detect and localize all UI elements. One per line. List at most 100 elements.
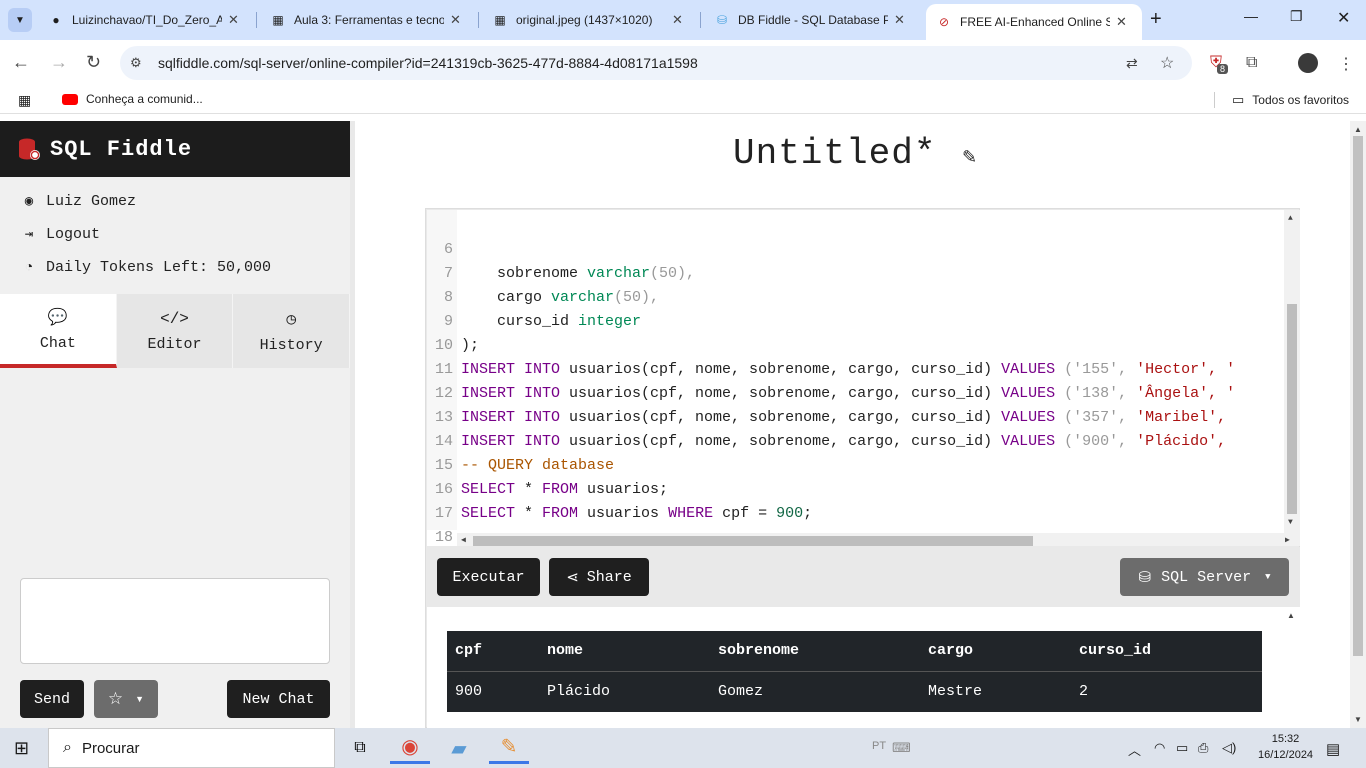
battery-icon[interactable]: ▭ bbox=[1176, 740, 1188, 756]
classroom-icon: ▦ bbox=[272, 13, 284, 27]
keyboard-icon[interactable]: ⌨ bbox=[892, 740, 911, 756]
close-tab-icon[interactable]: ✕ bbox=[450, 12, 461, 28]
task-view-icon[interactable]: ⧉ bbox=[340, 732, 380, 764]
camera-icon[interactable]: ⎙ bbox=[1198, 740, 1208, 756]
new-chat-button[interactable]: New Chat bbox=[227, 680, 330, 718]
windows-start-icon[interactable]: ⊞ bbox=[14, 738, 29, 759]
column-header: nome bbox=[539, 631, 710, 672]
forward-arrow-icon[interactable]: → bbox=[50, 52, 68, 73]
show-hidden-icons-icon[interactable]: ︿ bbox=[1128, 740, 1141, 759]
token-icon: ◔ bbox=[24, 259, 34, 276]
extensions-puzzle-icon[interactable]: ⧉ bbox=[1246, 54, 1257, 72]
browser-tab-sqlfiddle[interactable]: ⊘ FREE AI-Enhanced Online SQ ✕ bbox=[926, 4, 1142, 40]
back-arrow-icon[interactable]: ← bbox=[12, 52, 30, 73]
scroll-down-icon[interactable]: ▼ bbox=[1354, 715, 1362, 724]
code-line: 13 INSERT INTO usuarios(cpf, nome, sobre… bbox=[434, 409, 1227, 450]
wifi-icon[interactable]: ◠ bbox=[1154, 740, 1165, 756]
reload-icon[interactable]: ↻ bbox=[86, 52, 101, 73]
browser-tab-github[interactable]: ● Luizinchavao/TI_Do_Zero_Ac ✕ bbox=[38, 4, 249, 36]
file-app-icon[interactable]: ▰ bbox=[439, 732, 479, 764]
site-info-icon[interactable]: ⚙ bbox=[130, 55, 150, 71]
scroll-down-icon[interactable]: ▼ bbox=[1288, 518, 1293, 527]
results-panel: ▲ cpf nome sobrenome cargo curso_id 900 … bbox=[427, 607, 1300, 729]
scroll-up-icon[interactable]: ▲ bbox=[1354, 125, 1362, 134]
document-title[interactable]: Untitled* bbox=[733, 133, 936, 174]
pencil-edit-icon[interactable]: ✎ bbox=[962, 147, 977, 168]
input-language[interactable]: PT bbox=[872, 740, 886, 752]
translate-icon[interactable]: ⇄ bbox=[1126, 55, 1138, 72]
system-clock[interactable]: 15:32 16/12/2024 bbox=[1258, 731, 1313, 763]
address-bar[interactable]: ⚙ sqlfiddle.com/sql-server/online-compil… bbox=[120, 46, 1192, 80]
editor-vertical-scrollbar[interactable]: ▲ ▼ bbox=[1284, 210, 1300, 533]
bookmarks-bar: ▦ Conheça a comunid... ▭ Todos os favori… bbox=[0, 86, 1366, 114]
scroll-right-icon[interactable]: ▶ bbox=[1285, 535, 1290, 545]
send-button[interactable]: Send bbox=[20, 680, 84, 718]
scrollbar-thumb[interactable] bbox=[1353, 136, 1363, 656]
url-text[interactable]: sqlfiddle.com/sql-server/online-compiler… bbox=[158, 55, 698, 71]
scroll-up-icon[interactable]: ▲ bbox=[1288, 214, 1293, 223]
taskbar-search[interactable]: ⌕ Procurar bbox=[48, 728, 335, 768]
close-tab-icon[interactable]: ✕ bbox=[228, 12, 239, 28]
close-tab-icon[interactable]: ✕ bbox=[1116, 14, 1127, 30]
sidebar-tabs: 💬 Chat </> Editor ◷ History bbox=[0, 294, 351, 368]
scrollbar-thumb[interactable] bbox=[473, 536, 1033, 546]
star-icon: ☆ bbox=[107, 689, 124, 708]
share-button[interactable]: ⋖ Share bbox=[549, 558, 649, 596]
profile-avatar[interactable] bbox=[1298, 53, 1318, 73]
scrollbar-thumb[interactable] bbox=[1287, 304, 1297, 514]
code-editor[interactable]: 6 sobrenome varchar(50), 7 cargo varchar… bbox=[427, 210, 1300, 546]
scroll-up-icon[interactable]: ▲ bbox=[1287, 611, 1295, 620]
menu-kebab-icon[interactable]: ⋮ bbox=[1338, 54, 1354, 74]
column-header: curso_id bbox=[1071, 631, 1262, 672]
brand-header: SQL Fiddle bbox=[0, 121, 350, 177]
page-vertical-scrollbar[interactable]: ▲ ▼ bbox=[1350, 121, 1366, 728]
restore-icon[interactable]: ❐ bbox=[1290, 8, 1303, 25]
notification-icon[interactable]: ▤ bbox=[1326, 740, 1340, 758]
chrome-icon[interactable]: ◉ bbox=[390, 732, 430, 764]
code-line: 12 INSERT INTO usuarios(cpf, nome, sobre… bbox=[434, 385, 1227, 426]
code-line: 8 curso_id integer bbox=[443, 289, 642, 330]
execute-button[interactable]: Executar bbox=[437, 558, 540, 596]
code-line: 10 INSERT INTO usuarios(cpf, nome, sobre… bbox=[434, 337, 1236, 378]
database-logo-icon bbox=[19, 138, 40, 160]
browser-tab-dbfiddle[interactable]: ⛁ DB Fiddle - SQL Database Pl ✕ bbox=[704, 4, 915, 36]
paint-icon[interactable]: ✎ bbox=[489, 732, 529, 764]
youtube-icon bbox=[62, 93, 78, 105]
tab-chat[interactable]: 💬 Chat bbox=[0, 294, 117, 368]
table-cell: 2 bbox=[1079, 683, 1089, 701]
browser-tab-strip: ▼ ● Luizinchavao/TI_Do_Zero_Ac ✕ ▦ Aula … bbox=[0, 0, 1366, 40]
tab-editor[interactable]: </> Editor bbox=[116, 294, 234, 368]
code-line: 6 sobrenome varchar(50), bbox=[443, 241, 696, 282]
apps-grid-icon[interactable]: ▦ bbox=[18, 92, 31, 109]
code-line: 9 ); bbox=[443, 313, 480, 354]
github-icon: ● bbox=[52, 13, 60, 27]
tab-search-button[interactable]: ▼ bbox=[8, 8, 32, 32]
favorite-dropdown-button[interactable]: ☆ ▼ bbox=[94, 680, 158, 718]
code-line: 18 bbox=[434, 529, 453, 546]
logout-link[interactable]: ⇥ Logout bbox=[0, 218, 350, 251]
volume-icon[interactable]: ◁) bbox=[1222, 740, 1236, 756]
database-icon: ⛁ bbox=[1138, 569, 1152, 587]
close-tab-icon[interactable]: ✕ bbox=[672, 12, 683, 28]
code-icon: </> bbox=[160, 309, 189, 328]
scroll-left-icon[interactable]: ◀ bbox=[461, 535, 466, 545]
share-icon: ⋖ bbox=[566, 569, 579, 587]
all-bookmarks[interactable]: ▭ Todos os favoritos bbox=[1232, 92, 1349, 108]
close-window-icon[interactable]: ✕ bbox=[1337, 8, 1350, 28]
user-profile: ◉ Luiz Gomez bbox=[0, 185, 350, 218]
tab-history[interactable]: ◷ History bbox=[233, 294, 351, 368]
bookmark-star-icon[interactable]: ☆ bbox=[1160, 53, 1174, 73]
dialect-select[interactable]: ⛁ SQL Server ▼ bbox=[1120, 558, 1289, 596]
editor-horizontal-scrollbar[interactable]: ◀ ▶ bbox=[457, 533, 1300, 546]
column-header: cargo bbox=[920, 631, 1071, 672]
browser-tab-image[interactable]: ▦ original.jpeg (1437×1020) ✕ bbox=[482, 4, 693, 36]
new-tab-button[interactable]: + bbox=[1150, 8, 1162, 31]
code-line: 14 -- QUERY database bbox=[434, 433, 615, 474]
chat-input[interactable] bbox=[20, 578, 330, 664]
close-tab-icon[interactable]: ✕ bbox=[894, 12, 905, 28]
browser-tab-aula[interactable]: ▦ Aula 3: Ferramentas e tecnol ✕ bbox=[260, 4, 471, 36]
minimize-icon[interactable]: — bbox=[1244, 8, 1258, 24]
folder-icon: ▭ bbox=[1232, 92, 1245, 107]
bookmark-youtube[interactable]: Conheça a comunid... bbox=[62, 92, 203, 106]
action-bar: Executar ⋖ Share ⛁ SQL Server ▼ bbox=[427, 547, 1300, 607]
